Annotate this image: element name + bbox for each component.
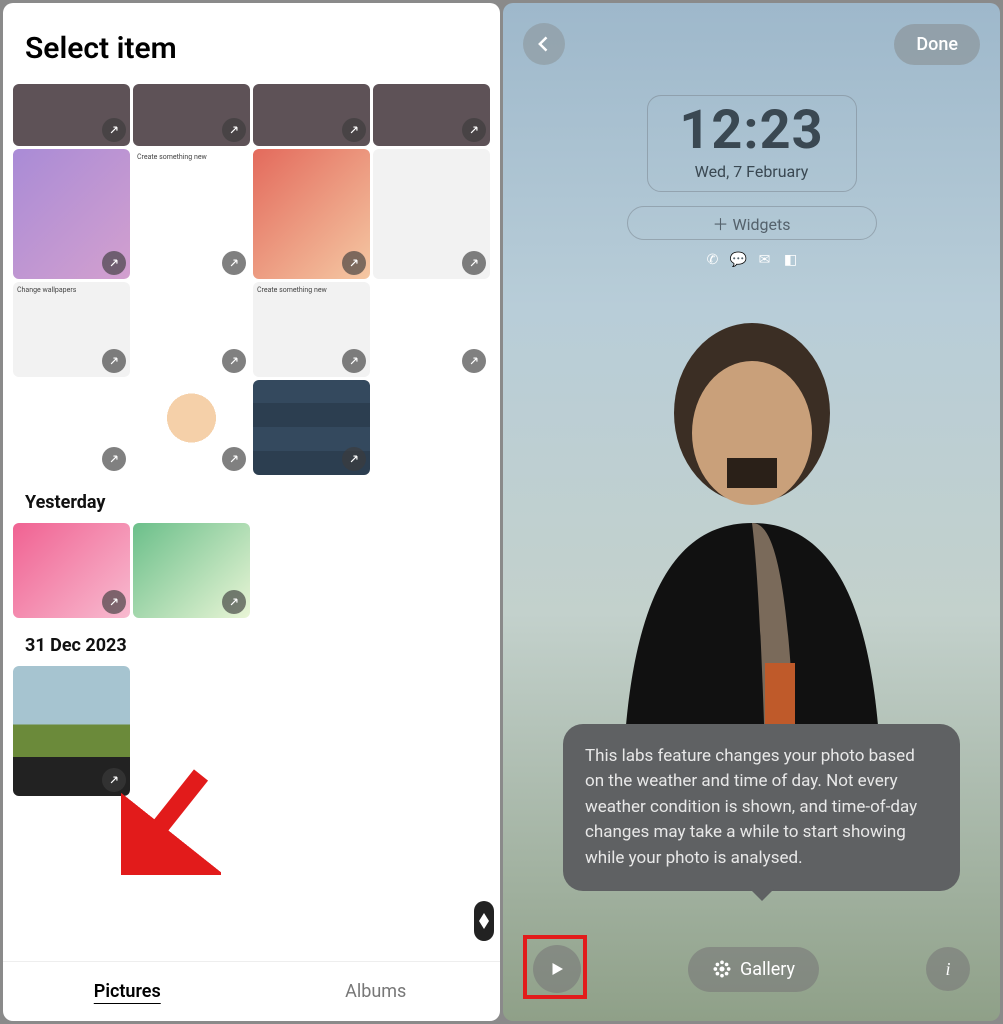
expand-icon <box>102 349 126 373</box>
expand-icon <box>222 349 246 373</box>
thumb-caption: Change wallpapers <box>17 286 76 294</box>
thumbnail-target[interactable] <box>13 666 130 796</box>
tooltip-text: This labs feature changes your photo bas… <box>585 746 917 868</box>
thumbnail[interactable] <box>133 523 250 618</box>
thumb-caption: Create something new <box>137 153 207 161</box>
done-button[interactable]: Done <box>894 24 980 65</box>
thumbnail[interactable]: Change wallpapers <box>13 282 130 377</box>
clock-date: Wed, 7 February <box>658 162 846 181</box>
thumbnail[interactable] <box>13 149 130 279</box>
expand-icon <box>222 447 246 471</box>
add-widgets-button[interactable]: ＋ Widgets <box>627 206 877 240</box>
expand-icon <box>462 251 486 275</box>
tab-pictures[interactable]: Pictures <box>3 962 252 1021</box>
thumbnail[interactable] <box>373 282 490 377</box>
clock-time: 12:23 <box>658 104 846 158</box>
highlight-box <box>523 935 587 999</box>
expand-icon <box>462 349 486 373</box>
gallery-grid: Create something new Change wallpapers C… <box>3 84 500 961</box>
message-icon: 💬 <box>729 250 749 270</box>
expand-icon <box>102 118 126 142</box>
expand-icon <box>102 768 126 792</box>
clock-widget[interactable]: 12:23 Wed, 7 February <box>647 95 857 192</box>
section-header-date: 31 Dec 2023 <box>13 621 490 666</box>
tab-albums[interactable]: Albums <box>252 962 501 1021</box>
expand-icon <box>102 447 126 471</box>
section-header-yesterday: Yesterday <box>13 478 490 523</box>
info-icon: i <box>945 959 950 980</box>
info-button[interactable]: i <box>926 947 970 991</box>
thumbnail[interactable] <box>133 380 250 475</box>
thumbnail[interactable]: Create something new <box>253 282 370 377</box>
thumbnail[interactable] <box>133 282 250 377</box>
expand-icon <box>222 251 246 275</box>
expand-icon <box>342 349 366 373</box>
gallery-picker-screen: Select item Create something new Change … <box>3 3 500 1021</box>
app-icon: ◧ <box>781 250 801 270</box>
mail-icon: ✉ <box>755 250 775 270</box>
thumbnail[interactable] <box>13 84 130 146</box>
expand-icon <box>462 118 486 142</box>
page-title: Select item <box>3 3 500 84</box>
scroll-handle[interactable] <box>474 901 494 941</box>
thumbnail[interactable] <box>133 84 250 146</box>
expand-icon <box>102 590 126 614</box>
thumbnail[interactable] <box>373 149 490 279</box>
chevron-left-icon <box>534 34 554 54</box>
gallery-label: Gallery <box>740 959 795 980</box>
thumbnail[interactable] <box>13 523 130 618</box>
thumbnail[interactable] <box>373 84 490 146</box>
expand-icon <box>222 590 246 614</box>
expand-icon <box>342 118 366 142</box>
thumbnail[interactable] <box>253 149 370 279</box>
expand-icon <box>342 447 366 471</box>
thumb-caption: Create something new <box>257 286 327 294</box>
bottom-tabs: Pictures Albums <box>3 961 500 1021</box>
missed-call-icon: ✆ <box>703 250 723 270</box>
thumbnail[interactable] <box>253 84 370 146</box>
lockscreen-editor: Done 12:23 Wed, 7 February ＋ Widgets ✆ 💬… <box>503 3 1000 1021</box>
thumbnail[interactable]: Create something new <box>133 149 250 279</box>
thumbnail[interactable] <box>253 380 370 475</box>
notification-icons: ✆ 💬 ✉ ◧ <box>703 250 801 270</box>
expand-icon <box>342 251 366 275</box>
expand-icon <box>222 118 246 142</box>
feature-tooltip: This labs feature changes your photo bas… <box>563 724 960 892</box>
expand-icon <box>102 251 126 275</box>
gallery-button[interactable]: Gallery <box>688 947 819 992</box>
thumbnail[interactable] <box>13 380 130 475</box>
back-button[interactable] <box>523 23 565 65</box>
gallery-icon <box>712 959 732 979</box>
